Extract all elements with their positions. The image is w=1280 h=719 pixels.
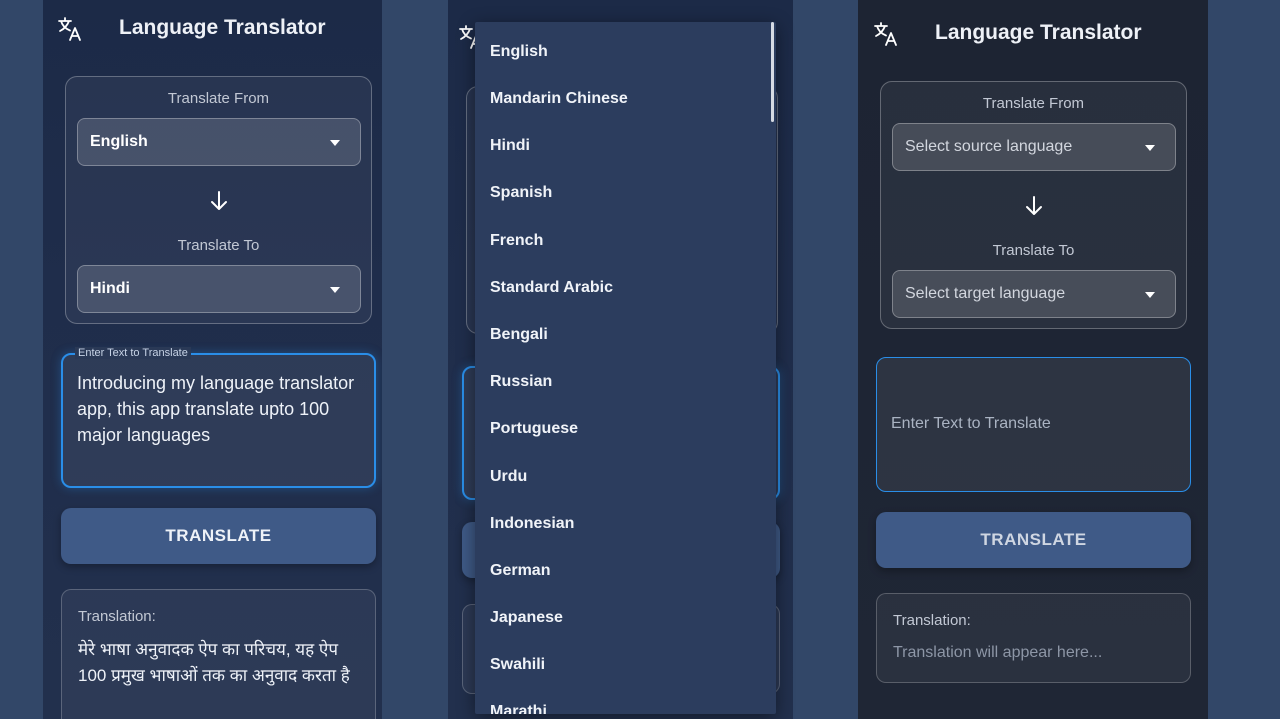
- translate-from-label: Translate From: [167, 90, 270, 107]
- screen-empty: Language Translator Translate From Selec…: [858, 0, 1208, 719]
- target-language-placeholder: Select target language: [905, 285, 1066, 302]
- source-language-value: English: [90, 133, 148, 150]
- translation-placeholder: Translation will appear here...: [893, 644, 1103, 661]
- text-input-value: Introducing my language translator app, …: [77, 373, 355, 445]
- menu-item-hindi[interactable]: Hindi: [490, 137, 530, 155]
- menu-item-english[interactable]: English: [490, 43, 548, 61]
- dropdown-caret-icon: [1145, 145, 1155, 151]
- arrow-down-icon: [1026, 196, 1042, 215]
- translate-icon: [58, 17, 81, 41]
- translation-label: Translation:: [893, 612, 971, 629]
- translate-button[interactable]: TRANSLATE: [61, 508, 376, 564]
- menu-item-standard-arabic[interactable]: Standard Arabic: [490, 279, 613, 297]
- app-title: Language Translator: [119, 16, 326, 39]
- language-card: Translate From English Translate To Hind…: [65, 76, 372, 324]
- translate-button[interactable]: TRANSLATE: [876, 512, 1191, 568]
- language-dropdown-menu[interactable]: English Mandarin Chinese Hindi Spanish F…: [475, 22, 776, 714]
- translation-output: Translation: Translation will appear her…: [876, 593, 1191, 683]
- app-title: Language Translator: [935, 21, 1142, 44]
- target-language-select[interactable]: Select target language: [892, 270, 1176, 318]
- dropdown-caret-icon: [330, 140, 340, 146]
- translate-to-label: Translate To: [992, 242, 1075, 259]
- menu-item-japanese[interactable]: Japanese: [490, 609, 563, 627]
- menu-item-russian[interactable]: Russian: [490, 373, 552, 391]
- translation-label: Translation:: [78, 608, 156, 625]
- menu-scrollbar[interactable]: [771, 22, 774, 122]
- translate-from-label: Translate From: [982, 95, 1085, 112]
- text-input-legend: Enter Text to Translate: [75, 347, 191, 359]
- menu-item-swahili[interactable]: Swahili: [490, 656, 545, 674]
- menu-item-indonesian[interactable]: Indonesian: [490, 515, 574, 533]
- menu-item-bengali[interactable]: Bengali: [490, 326, 548, 344]
- language-card: Translate From Select source language Tr…: [880, 81, 1187, 329]
- target-language-value: Hindi: [90, 280, 130, 297]
- dropdown-caret-icon: [1145, 292, 1155, 298]
- app-bar: Language Translator: [858, 0, 1208, 58]
- menu-item-portuguese[interactable]: Portuguese: [490, 420, 578, 438]
- app-bar: Language Translator: [43, 0, 382, 58]
- menu-item-marathi[interactable]: Marathi: [490, 703, 547, 714]
- menu-item-german[interactable]: German: [490, 562, 550, 580]
- text-input[interactable]: Enter Text to Translate Introducing my l…: [61, 347, 376, 488]
- translate-to-label: Translate To: [177, 237, 260, 254]
- screen-filled: Language Translator Translate From Engli…: [43, 0, 382, 719]
- translate-icon: [874, 22, 897, 46]
- menu-item-spanish[interactable]: Spanish: [490, 184, 552, 202]
- target-language-select[interactable]: Hindi: [77, 265, 361, 313]
- dropdown-caret-icon: [330, 287, 340, 293]
- text-input-placeholder: Enter Text to Translate: [891, 415, 1051, 432]
- menu-item-mandarin-chinese[interactable]: Mandarin Chinese: [490, 90, 628, 108]
- arrow-down-icon: [211, 191, 227, 210]
- menu-item-urdu[interactable]: Urdu: [490, 468, 527, 486]
- text-input[interactable]: Enter Text to Translate: [876, 357, 1191, 492]
- source-language-select[interactable]: English: [77, 118, 361, 166]
- menu-item-french[interactable]: French: [490, 232, 543, 250]
- translation-output: Translation: मेरे भाषा अनुवादक ऐप का परि…: [61, 589, 376, 719]
- source-language-select[interactable]: Select source language: [892, 123, 1176, 171]
- source-language-placeholder: Select source language: [905, 138, 1073, 155]
- translation-text: मेरे भाषा अनुवादक ऐप का परिचय, यह ऐप 100…: [78, 640, 350, 685]
